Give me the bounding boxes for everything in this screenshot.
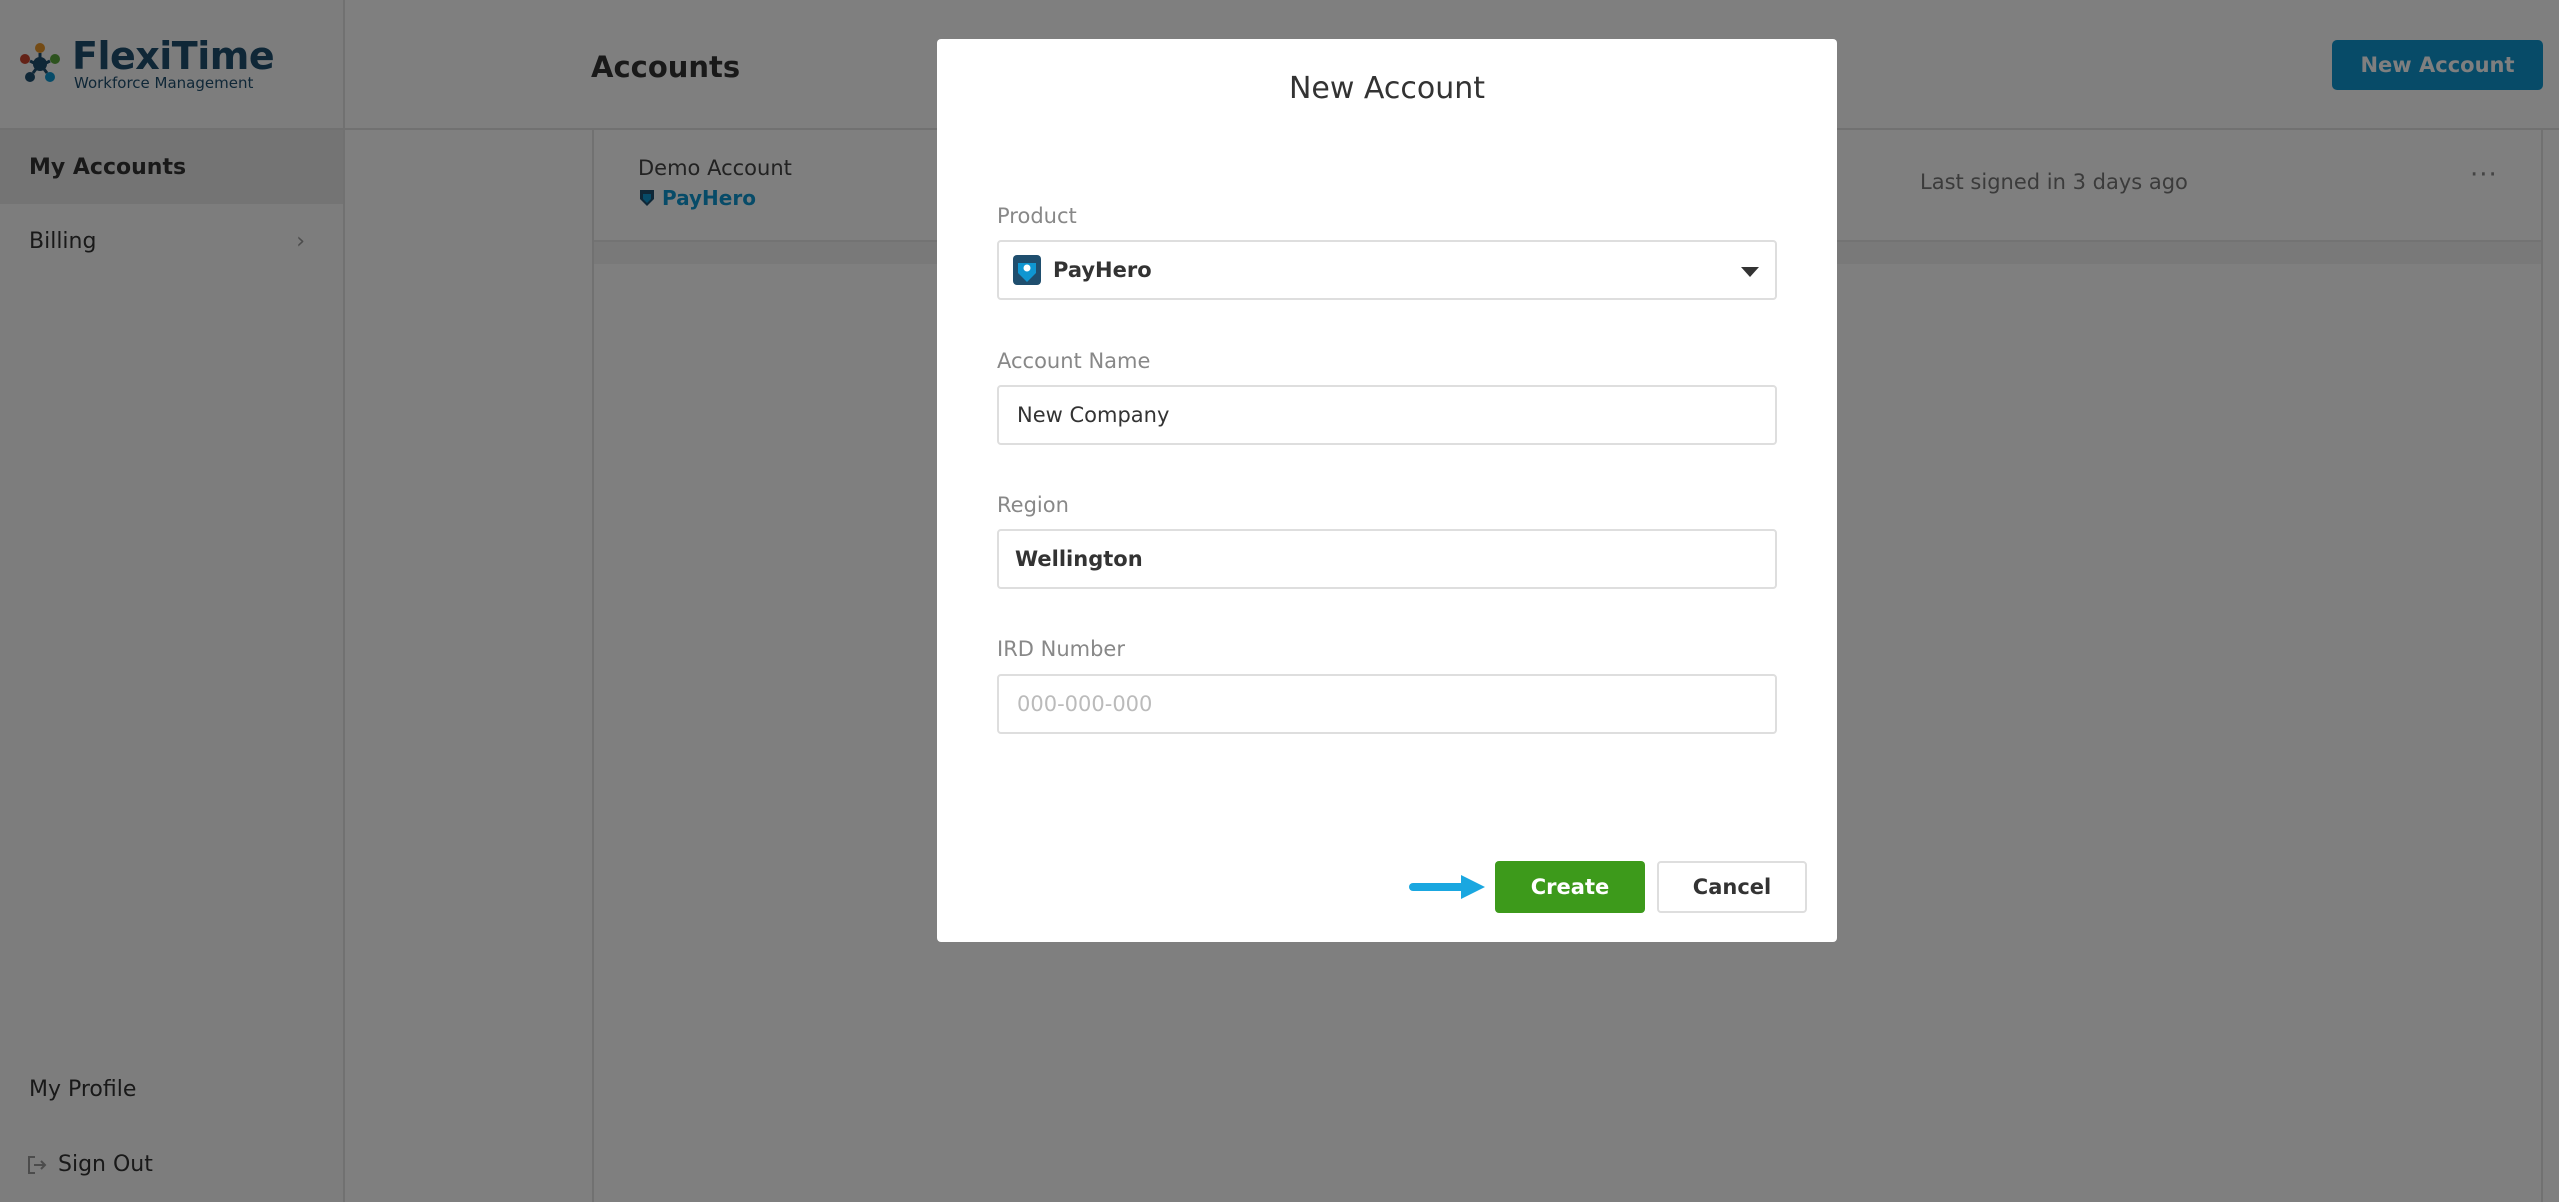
product-select[interactable]: PayHero: [997, 240, 1777, 300]
pointer-arrow-icon: [1409, 875, 1485, 899]
region-label: Region: [997, 493, 1069, 517]
new-account-dialog: New Account Product PayHero Account Name…: [937, 39, 1837, 942]
product-select-value: PayHero: [1053, 258, 1152, 282]
account-name-label: Account Name: [997, 349, 1151, 373]
cancel-button[interactable]: Cancel: [1657, 861, 1807, 913]
region-select-value: Wellington: [1015, 547, 1143, 571]
chevron-down-icon: [1741, 267, 1759, 277]
dialog-title: New Account: [1288, 71, 1486, 106]
ird-number-field-wrapper: [997, 674, 1777, 734]
create-button[interactable]: Create: [1495, 861, 1645, 913]
ird-number-field[interactable]: [999, 676, 1775, 732]
account-name-field-wrapper: [997, 385, 1777, 445]
ird-number-label: IRD Number: [997, 637, 1125, 661]
product-label: Product: [997, 204, 1077, 228]
payhero-icon: [1013, 255, 1041, 285]
account-name-field[interactable]: [999, 387, 1775, 443]
region-select[interactable]: Wellington: [997, 529, 1777, 589]
